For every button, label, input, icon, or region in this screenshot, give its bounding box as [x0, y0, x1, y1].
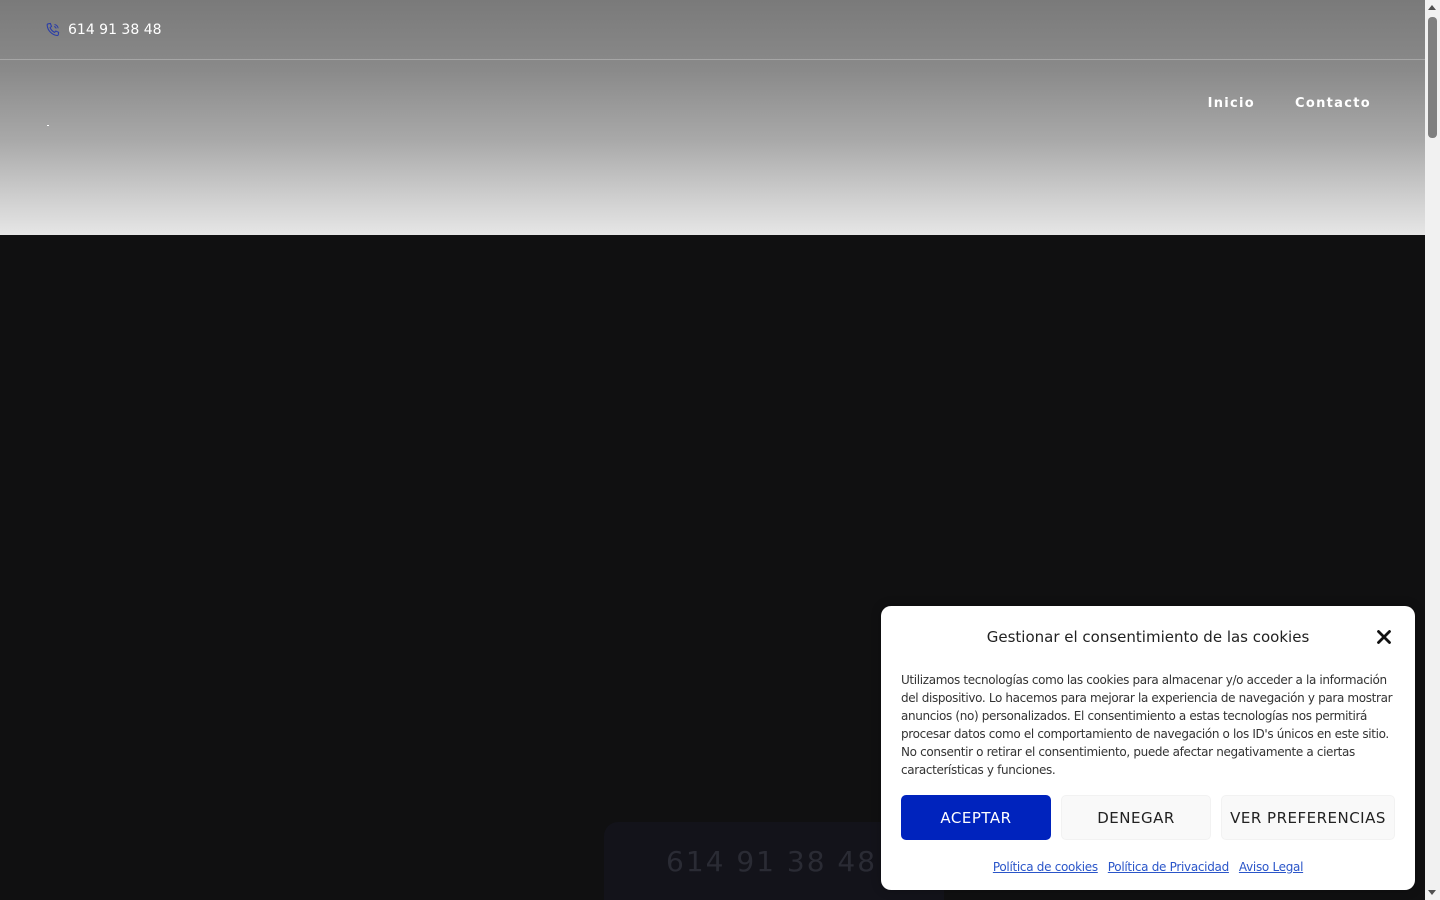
site-logo[interactable] [47, 125, 49, 126]
cookie-message: Utilizamos tecnologías como las cookies … [901, 673, 1393, 777]
site-header: 614 91 38 48 Inicio Contacto [0, 0, 1425, 235]
scroll-down-icon[interactable] [1428, 890, 1436, 895]
nav-item-inicio[interactable]: Inicio [1208, 96, 1255, 111]
deny-button[interactable]: DENEGAR [1061, 795, 1211, 840]
page: 614 91 38 48 Inicio Contacto 614 91 38 4… [0, 0, 1440, 900]
cookie-header: Gestionar el consentimiento de las cooki… [901, 626, 1395, 648]
top-bar: 614 91 38 48 [0, 0, 1425, 60]
scroll-up-icon[interactable] [1428, 5, 1436, 10]
legal-notice-link[interactable]: Aviso Legal [1239, 860, 1304, 874]
topbar-phone-link[interactable]: 614 91 38 48 [68, 22, 162, 38]
view-preferences-button[interactable]: VER PREFERENCIAS [1221, 795, 1395, 840]
cookie-title: Gestionar el consentimiento de las cooki… [986, 628, 1310, 646]
cookie-consent-modal: Gestionar el consentimiento de las cooki… [881, 606, 1415, 890]
close-icon[interactable] [1373, 626, 1395, 648]
nav-item-contacto[interactable]: Contacto [1295, 96, 1371, 111]
accept-button[interactable]: ACEPTAR [901, 795, 1051, 840]
page-scrollbar[interactable] [1425, 0, 1440, 900]
cookie-policy-link[interactable]: Política de cookies [993, 860, 1098, 874]
scrollbar-thumb[interactable] [1428, 17, 1437, 138]
phone-icon [45, 22, 61, 38]
cookie-links: Política de cookies Política de Privacid… [901, 860, 1395, 874]
cookie-buttons: ACEPTAR DENEGAR VER PREFERENCIAS [901, 795, 1395, 840]
main-nav: Inicio Contacto [1208, 96, 1371, 111]
floating-phone-number: 614 91 38 48 [666, 844, 878, 878]
privacy-policy-link[interactable]: Política de Privacidad [1108, 860, 1229, 874]
